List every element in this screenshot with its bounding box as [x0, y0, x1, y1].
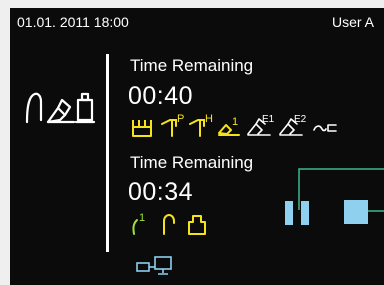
timer2-value: 00:34	[128, 178, 194, 206]
micromotor-e1-icon[interactable]: E1	[246, 112, 276, 139]
stop-indicator-icon[interactable]	[344, 200, 368, 224]
cup-holder-icon[interactable]	[186, 212, 208, 236]
pause-indicator-icon[interactable]	[285, 201, 311, 225]
section-divider	[106, 54, 109, 252]
scaler-p-icon[interactable]: P	[160, 112, 186, 140]
status-bar: 01.01. 2011 18:00 User A	[10, 8, 384, 36]
svg-text:1: 1	[232, 116, 238, 128]
device-link-icon[interactable]	[135, 254, 175, 276]
handpiece-tray-icon[interactable]	[131, 116, 153, 140]
svg-text:1: 1	[139, 212, 145, 224]
svg-text:E2: E2	[294, 114, 307, 125]
syringe-icon[interactable]	[312, 120, 338, 136]
timer1-value: 00:40	[128, 82, 194, 110]
timer2-label: Time Remaining	[130, 153, 254, 172]
micromotor-e2-icon[interactable]: E2	[278, 112, 308, 139]
svg-text:H: H	[205, 113, 213, 125]
status-datetime: 01.01. 2011 18:00	[17, 14, 129, 30]
suction-hook-icon[interactable]	[160, 212, 178, 236]
suction-1-icon[interactable]: 1	[130, 210, 152, 236]
turbine-1-icon[interactable]: 1	[217, 113, 243, 139]
instrument-group-icon[interactable]	[24, 90, 98, 126]
timer1-label: Time Remaining	[130, 56, 254, 75]
svg-text:P: P	[177, 113, 184, 125]
scaler-h-icon[interactable]: H	[188, 112, 214, 140]
dental-unit-display: 01.01. 2011 18:00 User A Time Remaining …	[10, 8, 384, 285]
svg-text:E1: E1	[262, 114, 275, 125]
current-user[interactable]: User A	[332, 8, 374, 36]
